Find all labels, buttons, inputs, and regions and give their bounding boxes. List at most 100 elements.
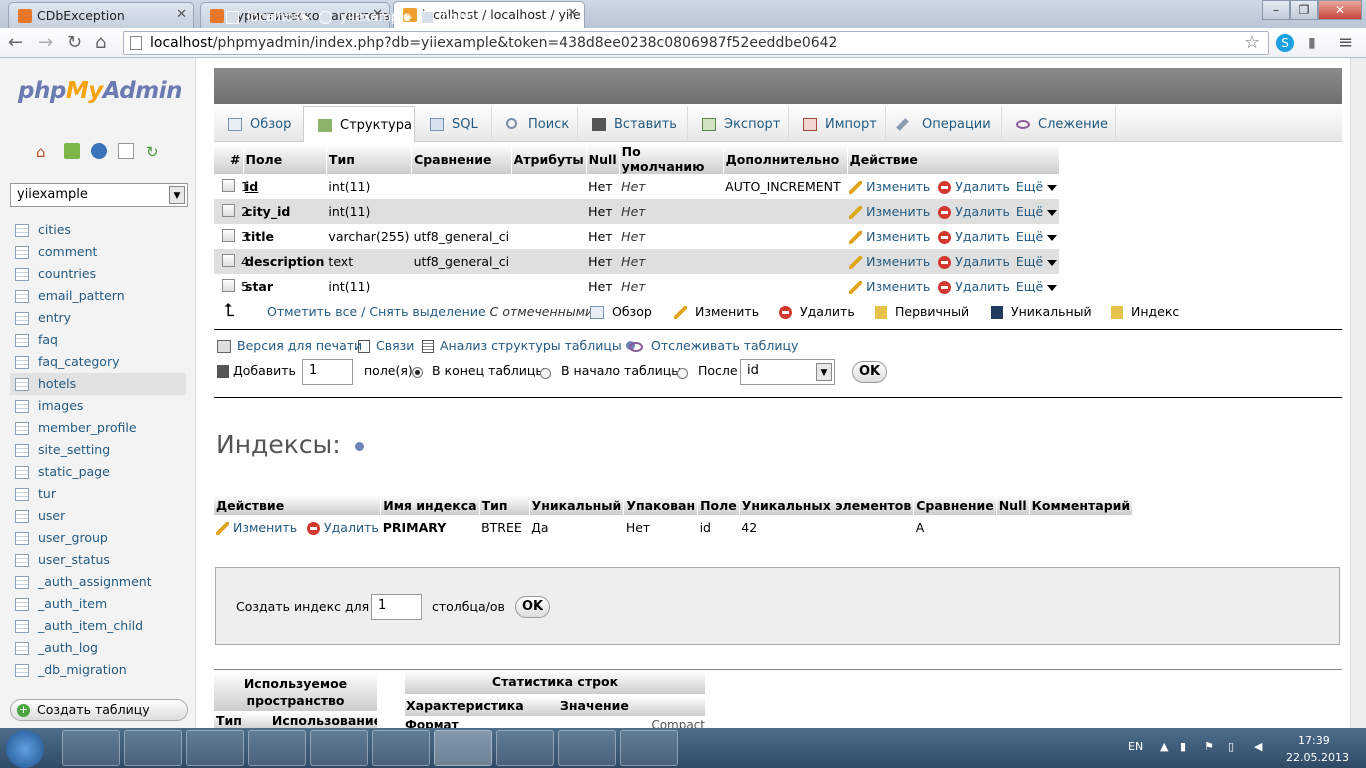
create-table-button[interactable]: + Создать таблицу — [10, 699, 188, 721]
edit-field-link[interactable]: Изменить — [849, 254, 930, 269]
row-checkbox[interactable] — [222, 254, 235, 267]
start-button[interactable] — [6, 730, 44, 768]
page-scrollbar[interactable] — [1350, 58, 1366, 728]
sidebar-table-tur[interactable]: tur — [10, 483, 186, 505]
close-window-button[interactable]: ✕ — [1318, 0, 1362, 20]
docs-icon[interactable] — [118, 143, 134, 159]
table-icon[interactable] — [15, 312, 29, 325]
chrome-taskbar-icon[interactable] — [434, 730, 492, 766]
breadcrumb-server[interactable]: localhost — [247, 10, 305, 25]
track-table-link[interactable]: Отслеживать таблицу — [629, 338, 798, 353]
edit-field-link[interactable]: Изменить — [849, 279, 930, 294]
delete-field-link[interactable]: Удалить — [938, 179, 1010, 194]
bulk-index-button[interactable]: Индекс — [1111, 304, 1179, 319]
opera-taskbar-icon[interactable] — [496, 730, 554, 766]
bulk-primary-button[interactable]: Первичный — [875, 304, 969, 319]
sidebar-table-db-migration[interactable]: _db_migration — [10, 659, 186, 681]
menu-icon[interactable]: ≡ — [1338, 32, 1353, 53]
delete-field-link[interactable]: Удалить — [938, 254, 1010, 269]
tab-operations[interactable]: Операции — [886, 106, 1002, 142]
sidebar-table-user[interactable]: user — [10, 505, 186, 527]
minimize-button[interactable]: – — [1262, 0, 1290, 20]
add-field-count-input[interactable]: 1 — [302, 359, 353, 385]
row-checkbox[interactable] — [222, 279, 235, 292]
tab-browse[interactable]: Обзор — [214, 106, 304, 142]
after-field-select[interactable]: id ▼ — [740, 359, 835, 385]
row-checkbox[interactable] — [222, 229, 235, 242]
analyze-structure-link[interactable]: Анализ структуры таблицы — [422, 338, 635, 353]
create-index-ok-button[interactable]: OK — [515, 596, 550, 618]
browser-tab-1[interactable]: CDbException ✕ — [8, 2, 194, 28]
reload-icon[interactable]: ↻ — [146, 143, 162, 161]
delete-index-link[interactable]: Удалить — [307, 520, 379, 535]
uncheck-all-link[interactable]: Снять выделение — [369, 304, 485, 319]
sidebar-table-faq-category[interactable]: faq_category — [10, 351, 186, 373]
sidebar-table-user-status[interactable]: user_status — [10, 549, 186, 571]
bulk-edit-button[interactable]: Изменить — [674, 304, 759, 319]
table-icon[interactable] — [15, 488, 29, 501]
close-icon[interactable]: ✕ — [567, 6, 578, 21]
check-all-link[interactable]: Отметить все — [267, 304, 357, 319]
notepad-taskbar-icon[interactable] — [558, 730, 616, 766]
table-icon[interactable] — [15, 444, 29, 457]
phpmyadmin-logo[interactable]: phpMyAdmin — [18, 78, 182, 104]
after-radio[interactable] — [677, 368, 688, 379]
edit-index-link[interactable]: Изменить — [216, 520, 297, 535]
table-icon[interactable] — [15, 334, 29, 347]
add-field-ok-button[interactable]: OK — [852, 361, 887, 383]
home-icon[interactable]: ⌂ — [95, 32, 106, 53]
table-icon[interactable] — [15, 642, 29, 655]
more-actions-dropdown[interactable]: Ещё — [1016, 229, 1058, 244]
edit-field-link[interactable]: Изменить — [849, 204, 930, 219]
reload-icon[interactable]: ↻ — [67, 32, 82, 53]
table-icon[interactable] — [15, 422, 29, 435]
sidebar-table-faq[interactable]: faq — [10, 329, 186, 351]
sidebar-table-static-page[interactable]: static_page — [10, 461, 186, 483]
table-icon[interactable] — [15, 378, 29, 391]
at-end-radio[interactable] — [412, 367, 423, 378]
table-icon[interactable] — [15, 620, 29, 633]
table-icon[interactable] — [15, 246, 29, 259]
table-icon[interactable] — [15, 554, 29, 567]
sidebar-table-auth-item[interactable]: _auth_item — [10, 593, 186, 615]
tab-insert[interactable]: Вставить — [578, 106, 688, 142]
close-icon[interactable]: ✕ — [176, 7, 187, 22]
tab-search[interactable]: Поиск — [492, 106, 578, 142]
table-icon[interactable] — [15, 400, 29, 413]
battery-icon[interactable]: ▯ — [1228, 740, 1234, 753]
help-icon[interactable] — [354, 441, 364, 451]
home-icon[interactable]: ⌂ — [36, 143, 52, 161]
sidebar-table-site-setting[interactable]: site_setting — [10, 439, 186, 461]
bulk-unique-button[interactable]: Уникальный — [991, 304, 1092, 319]
back-icon[interactable]: ← — [8, 32, 23, 53]
table-icon[interactable] — [15, 268, 29, 281]
delete-field-link[interactable]: Удалить — [938, 229, 1010, 244]
tab-import[interactable]: Импорт — [789, 106, 886, 142]
sidebar-table-email-pattern[interactable]: email_pattern — [10, 285, 186, 307]
at-beginning-radio[interactable] — [540, 368, 551, 379]
language-indicator[interactable]: EN — [1128, 740, 1143, 753]
sidebar-table-hotels[interactable]: hotels — [10, 373, 186, 395]
sidebar-table-comment[interactable]: comment — [10, 241, 186, 263]
network-icon[interactable]: ▮ — [1180, 740, 1186, 753]
sidebar-table-auth-item-child[interactable]: _auth_item_child — [10, 615, 186, 637]
table-icon[interactable] — [15, 598, 29, 611]
row-checkbox[interactable] — [222, 179, 235, 192]
xampp-taskbar-icon[interactable] — [310, 730, 368, 766]
table-icon[interactable] — [15, 510, 29, 523]
app-taskbar-icon[interactable] — [372, 730, 430, 766]
edit-field-link[interactable]: Изменить — [849, 229, 930, 244]
volume-icon[interactable]: ◀ — [1254, 740, 1262, 753]
tab-export[interactable]: Экспорт — [688, 106, 789, 142]
sidebar-table-user-group[interactable]: user_group — [10, 527, 186, 549]
flag-icon[interactable]: ⚑ — [1204, 740, 1214, 753]
bulk-browse-button[interactable]: Обзор — [590, 304, 652, 319]
sidebar-table-auth-log[interactable]: _auth_log — [10, 637, 186, 659]
maximize-button[interactable]: ❐ — [1290, 0, 1318, 20]
database-select[interactable]: yiiexample ▼ — [10, 183, 188, 207]
breadcrumb-database[interactable]: yiiexample — [340, 10, 411, 25]
delete-field-link[interactable]: Удалить — [938, 279, 1010, 294]
create-index-count-input[interactable]: 1 — [371, 594, 422, 620]
tab-sql[interactable]: SQL — [416, 106, 492, 142]
table-icon[interactable] — [15, 290, 29, 303]
